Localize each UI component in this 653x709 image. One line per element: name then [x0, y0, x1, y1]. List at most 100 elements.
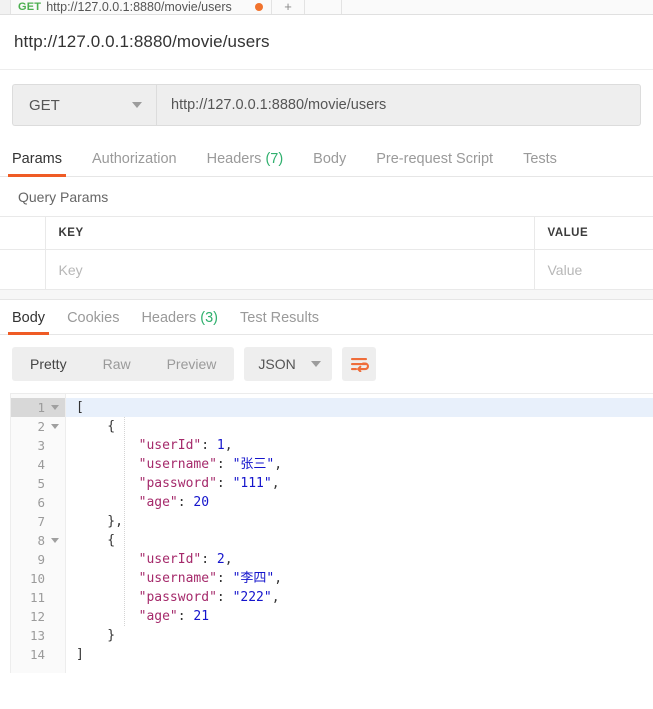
- code-token: ,: [271, 476, 280, 491]
- request-url-input[interactable]: http://127.0.0.1:8880/movie/users: [156, 84, 641, 126]
- line-number-label: 3: [37, 438, 45, 453]
- code-token: ,: [224, 552, 233, 567]
- code-line: "username": "李四",: [66, 569, 653, 588]
- line-number-label: 4: [37, 457, 45, 472]
- table-footer-gap: [0, 290, 653, 300]
- line-number-label: 7: [37, 514, 45, 529]
- line-number: 14: [11, 645, 65, 664]
- postman-window: GET http://127.0.0.1:8880/movie/users + …: [0, 0, 653, 709]
- view-mode-preview[interactable]: Preview: [149, 347, 235, 381]
- response-body-editor[interactable]: 1 2 3 4 5 6 7 8 9 10 11 12 13 14 [ { "userId": 1, "us…: [10, 393, 653, 673]
- line-number: 8: [11, 531, 65, 550]
- response-tab-cookies[interactable]: Cookies: [67, 310, 119, 334]
- tab-strip-spacer: [305, 0, 342, 14]
- row-checkbox-cell[interactable]: [0, 249, 46, 290]
- tab-label: Authorization: [91, 151, 177, 167]
- code-line: "userId": 2,: [66, 550, 653, 569]
- tab-label: Headers: [206, 151, 262, 167]
- tab-authorization[interactable]: Authorization: [92, 151, 177, 176]
- code-token: 20: [193, 495, 210, 510]
- fold-toggle-icon[interactable]: [51, 538, 59, 543]
- chevron-down-icon: [311, 361, 322, 367]
- editor-code-area[interactable]: [ { "userId": 1, "username": "张三", "pass…: [66, 394, 653, 673]
- code-line: {: [66, 531, 653, 550]
- http-method-select[interactable]: GET: [12, 84, 156, 126]
- code-token: "111": [232, 476, 272, 491]
- tab-body[interactable]: Body: [313, 151, 346, 176]
- response-tab-body[interactable]: Body: [7, 310, 50, 335]
- word-wrap-button[interactable]: [342, 347, 377, 381]
- param-key-input[interactable]: Key: [44, 249, 535, 290]
- code-line: "age": 21: [66, 607, 653, 626]
- line-number: 1: [11, 398, 65, 417]
- code-token: "age": [138, 609, 178, 624]
- tab-strip-left-edge: [0, 0, 10, 14]
- tab-tests[interactable]: Tests: [523, 151, 557, 176]
- code-line: "username": "张三",: [66, 455, 653, 474]
- column-header-check: [0, 216, 46, 250]
- view-mode-raw[interactable]: Raw: [85, 347, 149, 381]
- code-token: :: [177, 609, 194, 624]
- fold-toggle-icon[interactable]: [51, 405, 59, 410]
- line-number-label: 8: [37, 533, 45, 548]
- code-token: ]: [76, 647, 84, 662]
- tab-count-badge: (7): [261, 151, 284, 167]
- code-token: "age": [138, 495, 178, 510]
- new-tab-button[interactable]: +: [272, 0, 305, 14]
- code-line: "userId": 1,: [66, 436, 653, 455]
- code-token: "张三": [232, 457, 275, 472]
- column-header-value: VALUE: [533, 216, 653, 250]
- tab-headers[interactable]: Headers (7): [207, 151, 284, 176]
- code-line: ]: [66, 645, 653, 664]
- code-token: 1: [216, 438, 225, 453]
- fold-toggle-icon[interactable]: [51, 424, 59, 429]
- line-number-label: 1: [37, 400, 45, 415]
- response-format-label: JSON: [258, 356, 296, 372]
- tab-pre-request-script[interactable]: Pre-request Script: [376, 151, 493, 176]
- response-tab-test-results[interactable]: Test Results: [240, 310, 319, 334]
- response-format-select[interactable]: JSON: [244, 347, 333, 381]
- line-number: 9: [11, 550, 65, 569]
- line-number: 4: [11, 455, 65, 474]
- code-line: "age": 20: [66, 493, 653, 512]
- response-tab-headers[interactable]: Headers (3): [141, 310, 218, 334]
- request-tab-strip: GET http://127.0.0.1:8880/movie/users +: [0, 0, 653, 15]
- code-token: {: [76, 533, 116, 548]
- request-tab-active[interactable]: GET http://127.0.0.1:8880/movie/users: [10, 0, 272, 14]
- code-token: "userId": [138, 438, 202, 453]
- tab-label: Body: [12, 310, 46, 326]
- line-number: 5: [11, 474, 65, 493]
- tab-label: Cookies: [67, 310, 120, 326]
- line-number: 12: [11, 607, 65, 626]
- param-value-input[interactable]: Value: [533, 249, 653, 290]
- code-token: ,: [274, 457, 283, 472]
- code-line: }: [66, 626, 653, 645]
- http-method-label: GET: [29, 96, 60, 114]
- response-tabs: Body Cookies Headers (3) Test Results: [0, 300, 653, 335]
- request-tabs: Params Authorization Headers (7) Body Pre-re…: [0, 139, 653, 177]
- line-number: 13: [11, 626, 65, 645]
- view-mode-pretty[interactable]: Pretty: [12, 347, 85, 381]
- code-token: "password": [138, 590, 217, 605]
- code-token: 2: [216, 552, 225, 567]
- tab-label: Tests: [523, 151, 557, 167]
- code-line: {: [66, 417, 653, 436]
- request-builder-row: GET http://127.0.0.1:8880/movie/users: [0, 70, 653, 139]
- code-token: :: [177, 495, 194, 510]
- code-token: "李四": [232, 571, 275, 586]
- query-params-heading: Query Params: [0, 177, 653, 216]
- line-number-label: 9: [37, 552, 45, 567]
- code-token: "userId": [138, 552, 202, 567]
- code-token: :: [201, 438, 217, 453]
- tab-params[interactable]: Params: [8, 151, 66, 177]
- code-token: :: [216, 476, 233, 491]
